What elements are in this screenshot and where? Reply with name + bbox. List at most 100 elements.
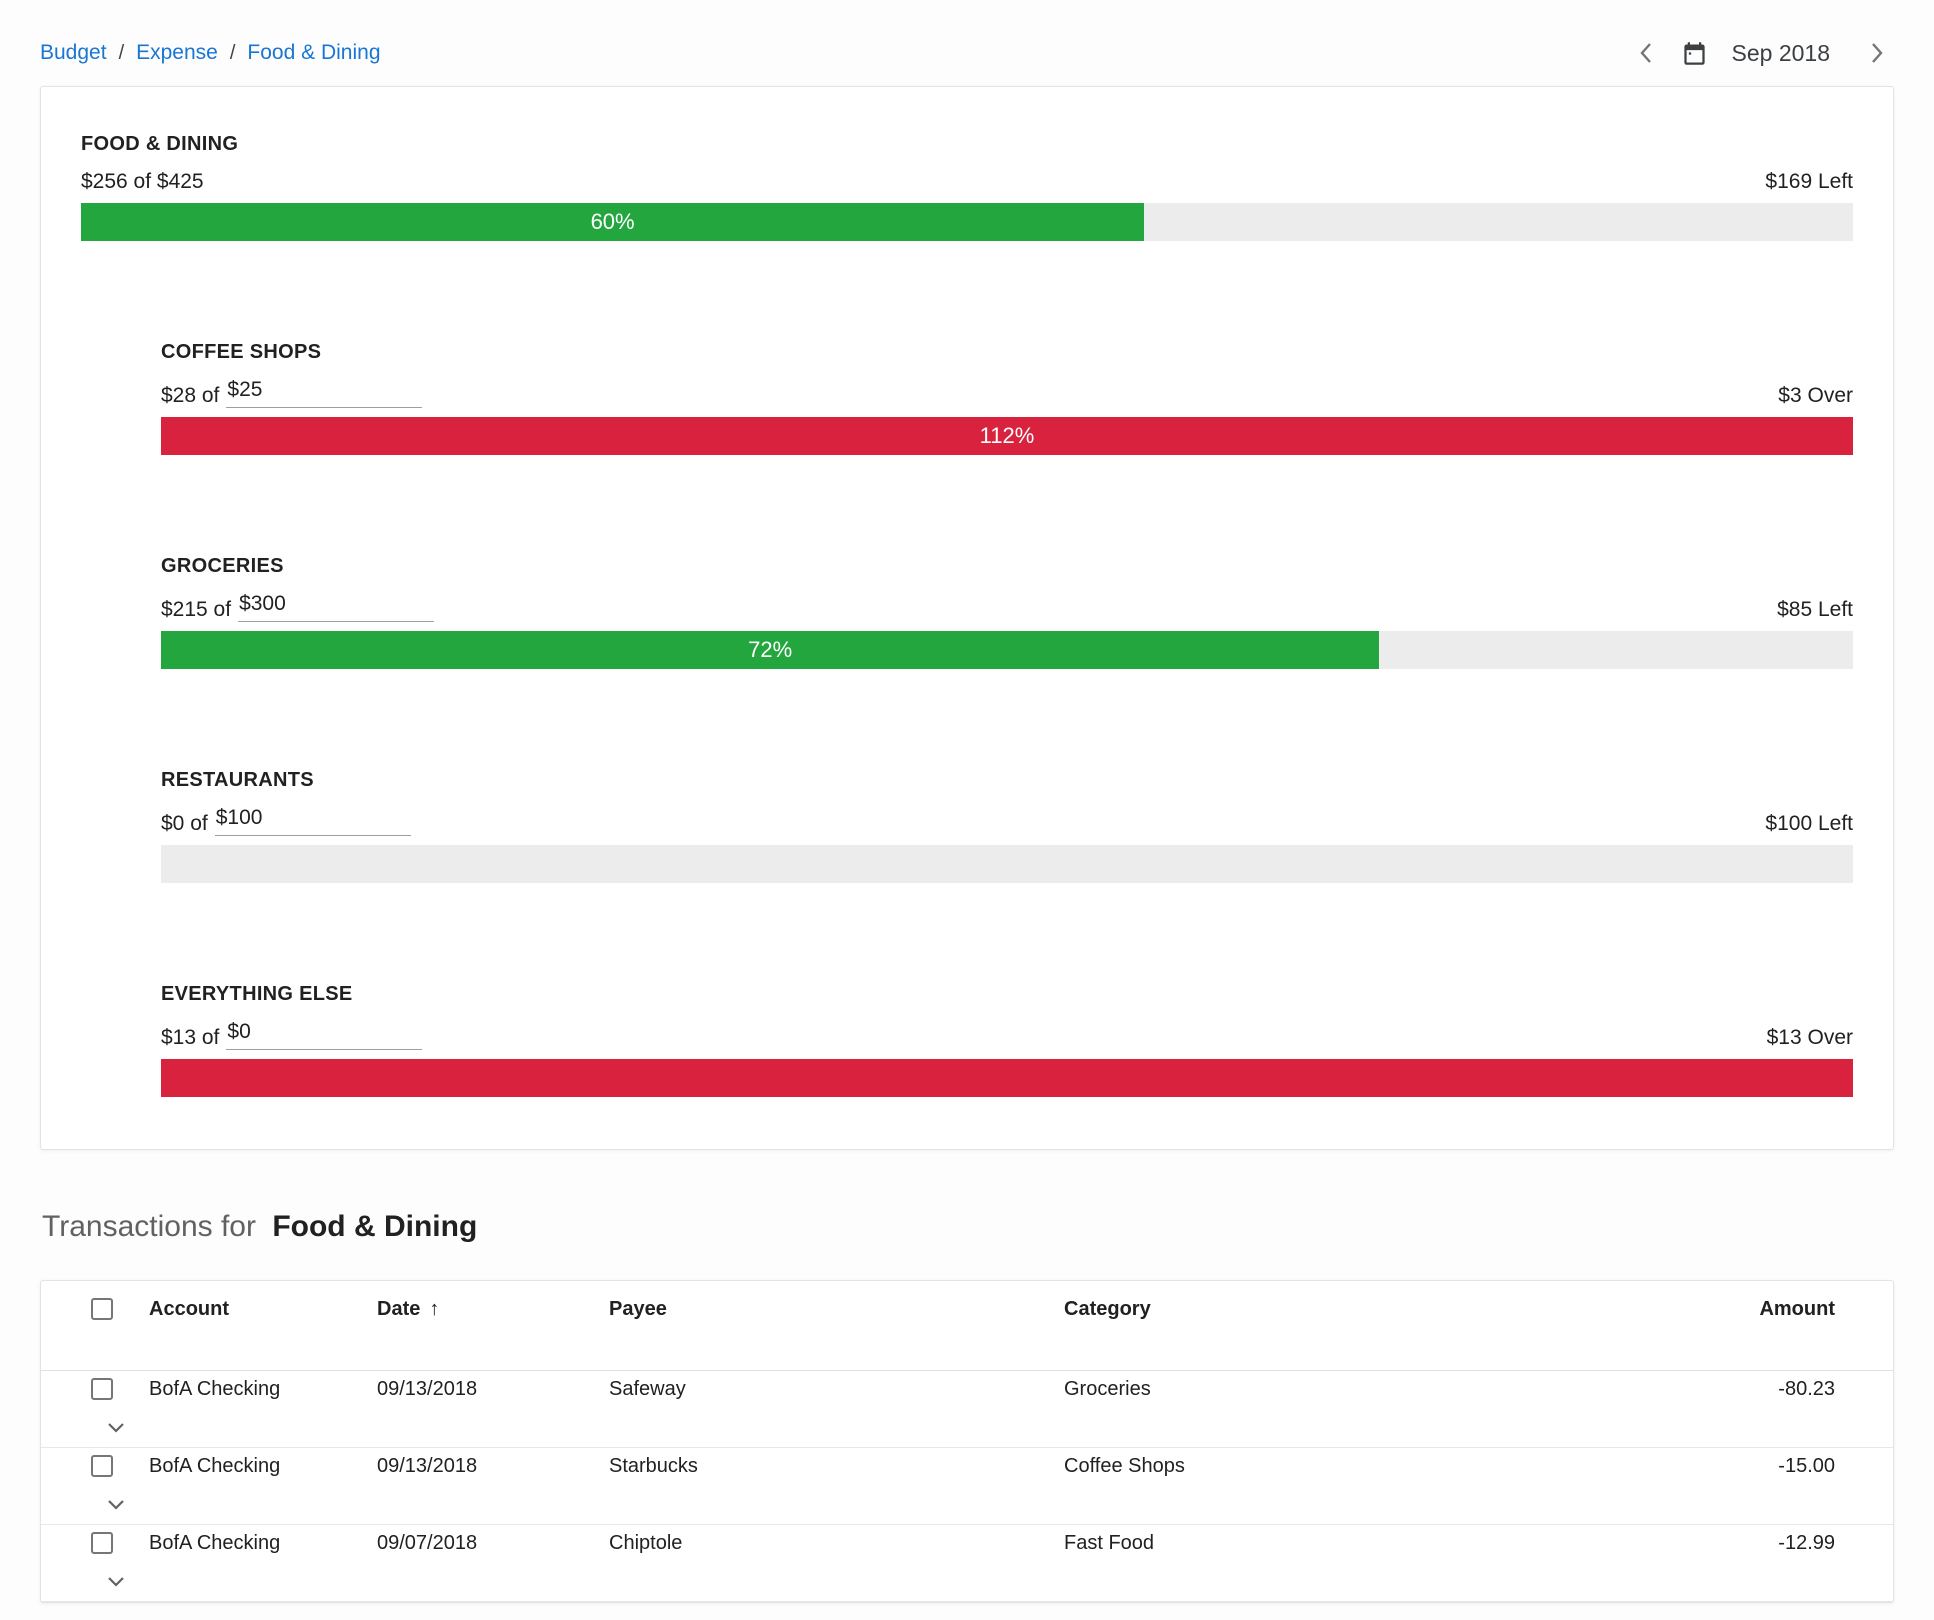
column-header-date[interactable]: Date: [377, 1298, 609, 1321]
spent-amount: $0 of: [161, 806, 411, 836]
cell-payee: Starbucks: [609, 1455, 1064, 1478]
transactions-heading-prefix: Transactions for: [42, 1210, 256, 1243]
category-name: GROCERIES: [161, 555, 1853, 578]
row-checkbox[interactable]: [91, 1378, 113, 1400]
chevron-down-icon: [107, 1576, 125, 1587]
breadcrumb-separator: /: [119, 42, 125, 65]
cell-amount: -12.99: [1747, 1532, 1857, 1555]
cell-account: BofA Checking: [149, 1455, 377, 1478]
select-all-checkbox[interactable]: [91, 1298, 113, 1320]
spent-amount: $256 of $425: [81, 170, 204, 194]
progress-bar-track: [161, 845, 1853, 883]
over-label: $3 Over: [1778, 384, 1853, 408]
prev-month-button[interactable]: [1633, 35, 1659, 71]
progress-bar-fill: 72%: [161, 631, 1379, 669]
transaction-row[interactable]: BofA Checking 09/07/2018 Chiptole Fast F…: [41, 1525, 1893, 1602]
breadcrumb-budget[interactable]: Budget: [40, 41, 107, 65]
progress-percent-label: 112%: [980, 423, 1035, 449]
next-month-button[interactable]: [1864, 35, 1890, 71]
breadcrumb-expense[interactable]: Expense: [136, 41, 218, 65]
budget-group-groceries: GROCERIES $215 of $85 Left 72%: [161, 555, 1853, 669]
budget-amount-input[interactable]: [238, 592, 434, 622]
spent-label: $0 of: [161, 812, 208, 836]
chevron-down-icon: [107, 1499, 125, 1510]
spent-amount: $215 of: [161, 592, 434, 622]
progress-bar-track: 72%: [161, 631, 1853, 669]
category-name: FOOD & DINING: [81, 133, 1853, 156]
sort-ascending-icon: [429, 1298, 439, 1321]
progress-percent-label: 60%: [591, 209, 635, 235]
budget-group-coffee-shops: COFFEE SHOPS $28 of $3 Over 112%: [161, 341, 1853, 455]
transactions-heading-category: Food & Dining: [272, 1210, 477, 1243]
transactions-table: Account Date Payee Category Amount BofA …: [40, 1280, 1894, 1603]
column-header-amount[interactable]: Amount: [1747, 1298, 1857, 1321]
spent-label: $28 of: [161, 384, 219, 408]
budget-group-restaurants: RESTAURANTS $0 of $100 Left: [161, 769, 1853, 883]
cell-amount: -15.00: [1747, 1455, 1857, 1478]
budget-card: FOOD & DINING $256 of $425 $169 Left 60%…: [40, 86, 1894, 1150]
chevron-right-icon: [1870, 41, 1884, 65]
cell-date: 09/13/2018: [377, 1378, 609, 1401]
breadcrumb-food-dining[interactable]: Food & Dining: [247, 41, 380, 65]
top-bar: Budget / Expense / Food & Dining Sep 201…: [0, 0, 1934, 72]
transaction-row[interactable]: BofA Checking 09/13/2018 Safeway Groceri…: [41, 1371, 1893, 1448]
progress-bar-fill: 60%: [81, 203, 1144, 241]
budget-amount-input[interactable]: [226, 1020, 422, 1050]
row-checkbox[interactable]: [91, 1455, 113, 1477]
cell-date: 09/07/2018: [377, 1532, 609, 1555]
chevron-left-icon: [1639, 41, 1653, 65]
current-period-label: Sep 2018: [1732, 40, 1830, 67]
spent-label: $256 of $425: [81, 170, 204, 194]
amounts-row: $256 of $425 $169 Left: [81, 170, 1853, 194]
progress-bar-track: 112%: [161, 417, 1853, 455]
column-header-category[interactable]: Category: [1064, 1298, 1747, 1321]
amounts-row: $0 of $100 Left: [161, 806, 1853, 836]
cell-account: BofA Checking: [149, 1378, 377, 1401]
breadcrumb: Budget / Expense / Food & Dining: [40, 41, 381, 65]
expand-row-button[interactable]: [83, 1414, 149, 1441]
cell-amount: -80.23: [1747, 1378, 1857, 1401]
remaining-label: $100 Left: [1765, 812, 1853, 836]
spent-amount: $28 of: [161, 378, 422, 408]
transaction-row[interactable]: BofA Checking 09/13/2018 Starbucks Coffe…: [41, 1448, 1893, 1525]
cell-payee: Chiptole: [609, 1532, 1064, 1555]
cell-payee: Safeway: [609, 1378, 1064, 1401]
budget-page: Budget / Expense / Food & Dining Sep 201…: [0, 0, 1934, 1603]
progress-bar-fill: [161, 1059, 1853, 1097]
remaining-label: $169 Left: [1765, 170, 1853, 194]
budget-amount-input[interactable]: [226, 378, 422, 408]
amounts-row: $215 of $85 Left: [161, 592, 1853, 622]
spent-label: $13 of: [161, 1026, 219, 1050]
cell-category: Groceries: [1064, 1378, 1747, 1401]
spent-label: $215 of: [161, 598, 231, 622]
expand-row-button[interactable]: [83, 1568, 149, 1595]
transactions-heading: Transactions for Food & Dining: [42, 1210, 1894, 1244]
budget-amount-input[interactable]: [215, 806, 411, 836]
chevron-down-icon: [107, 1422, 125, 1433]
amounts-row: $13 of $13 Over: [161, 1020, 1853, 1050]
category-name: EVERYTHING ELSE: [161, 983, 1853, 1006]
column-header-payee[interactable]: Payee: [609, 1298, 1064, 1321]
cell-category: Fast Food: [1064, 1532, 1747, 1555]
progress-percent-label: 72%: [748, 637, 792, 663]
cell-date: 09/13/2018: [377, 1455, 609, 1478]
spent-amount: $13 of: [161, 1020, 422, 1050]
expand-row-button[interactable]: [83, 1491, 149, 1518]
category-name: COFFEE SHOPS: [161, 341, 1853, 364]
amounts-row: $28 of $3 Over: [161, 378, 1853, 408]
breadcrumb-separator: /: [230, 42, 236, 65]
category-name: RESTAURANTS: [161, 769, 1853, 792]
progress-bar-track: [161, 1059, 1853, 1097]
progress-bar-fill: 112%: [161, 417, 1853, 455]
row-checkbox[interactable]: [91, 1532, 113, 1554]
budget-group-everything-else: EVERYTHING ELSE $13 of $13 Over: [161, 983, 1853, 1097]
remaining-label: $85 Left: [1777, 598, 1853, 622]
cell-category: Coffee Shops: [1064, 1455, 1747, 1478]
calendar-button[interactable]: [1679, 38, 1710, 69]
progress-bar-track: 60%: [81, 203, 1853, 241]
date-navigation: Sep 2018: [1633, 35, 1890, 71]
cell-account: BofA Checking: [149, 1532, 377, 1555]
calendar-icon: [1681, 40, 1708, 67]
over-label: $13 Over: [1767, 1026, 1853, 1050]
column-header-account[interactable]: Account: [149, 1298, 377, 1321]
